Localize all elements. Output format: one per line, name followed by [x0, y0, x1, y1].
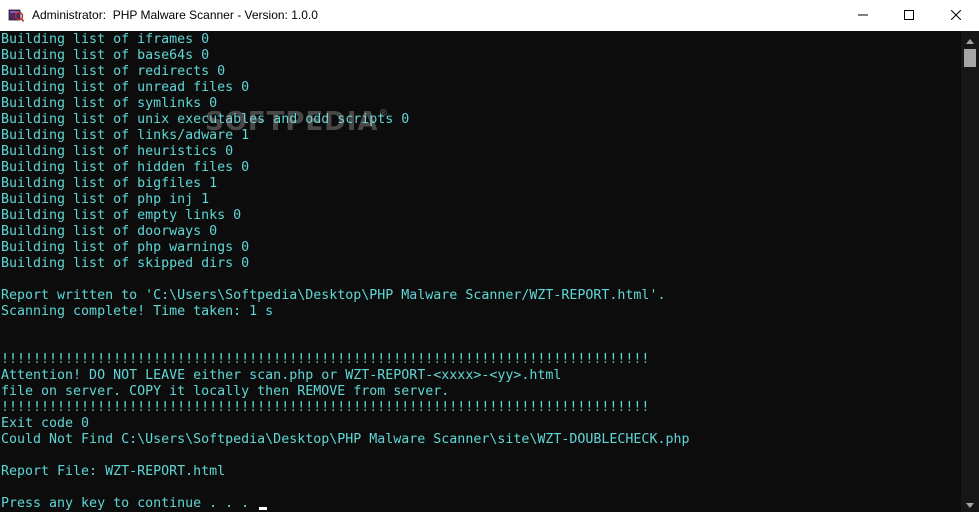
console-line: Building list of heuristics 0	[1, 144, 959, 160]
console-line: Building list of doorways 0	[1, 224, 959, 240]
console-line: Building list of php warnings 0	[1, 240, 959, 256]
console-line-text: Scanning complete! Time taken: 1 s	[1, 304, 274, 319]
console-line: file on server. COPY it locally then REM…	[1, 384, 959, 400]
console-line: !!!!!!!!!!!!!!!!!!!!!!!!!!!!!!!!!!!!!!!!…	[1, 400, 959, 416]
console-line: Building list of php inj 1	[1, 192, 959, 208]
console-line: Building list of skipped dirs 0	[1, 256, 959, 272]
console-line-text: !!!!!!!!!!!!!!!!!!!!!!!!!!!!!!!!!!!!!!!!…	[1, 352, 650, 367]
console-output[interactable]: Building list of iframes 0 Building list …	[1, 32, 959, 512]
console-line-text: Building list of php inj 1	[1, 192, 210, 207]
console-line: Building list of unix executables and od…	[1, 112, 959, 128]
window-title: Administrator: PHP Malware Scanner - Ver…	[32, 8, 318, 22]
console-window: Administrator: PHP Malware Scanner - Ver…	[0, 0, 979, 512]
title-bar[interactable]: Administrator: PHP Malware Scanner - Ver…	[0, 0, 979, 31]
console-line-text: Building list of base64s 0	[1, 48, 210, 63]
console-line: Building list of unread files 0	[1, 80, 959, 96]
minimize-icon	[858, 9, 868, 23]
console-line: Building list of symlinks 0	[1, 96, 959, 112]
console-line-text: Attention! DO NOT LEAVE either scan.php …	[1, 368, 562, 383]
console-line-text: Building list of redirects 0	[1, 64, 226, 79]
scroll-up-arrow-icon	[966, 31, 974, 49]
console-line-text: Building list of symlinks 0	[1, 96, 218, 111]
text-cursor	[259, 507, 268, 510]
console-line-text: !!!!!!!!!!!!!!!!!!!!!!!!!!!!!!!!!!!!!!!!…	[1, 400, 650, 415]
console-line-text: Building list of bigfiles 1	[1, 176, 218, 191]
maximize-button[interactable]	[886, 0, 932, 31]
console-line-text: Building list of doorways 0	[1, 224, 218, 239]
console-line-text: file on server. COPY it locally then REM…	[1, 384, 450, 399]
console-line: Building list of hidden files 0	[1, 160, 959, 176]
console-line: Attention! DO NOT LEAVE either scan.php …	[1, 368, 959, 384]
console-line-text: Building list of hidden files 0	[1, 160, 250, 175]
console-line-text: Building list of iframes 0	[1, 32, 210, 47]
console-line: Building list of links/adware 1	[1, 128, 959, 144]
console-line: Building list of base64s 0	[1, 48, 959, 64]
console-line-text: Building list of links/adware 1	[1, 128, 250, 143]
console-line-text: Building list of php warnings 0	[1, 240, 250, 255]
console-line: Building list of redirects 0	[1, 64, 959, 80]
console-line-text: Building list of heuristics 0	[1, 144, 234, 159]
console-line-text: Building list of empty links 0	[1, 208, 242, 223]
console-line: Report written to 'C:\Users\Softpedia\De…	[1, 288, 959, 304]
maximize-icon	[904, 9, 914, 23]
console-line: Building list of iframes 0	[1, 32, 959, 48]
console-line: Press any key to continue . . .	[1, 496, 959, 512]
close-icon	[950, 9, 962, 23]
scroll-up-button[interactable]	[961, 31, 979, 48]
console-app-icon	[8, 7, 25, 23]
console-line-text: Report written to 'C:\Users\Softpedia\De…	[1, 288, 666, 303]
console-line-text: Could Not Find C:\Users\Softpedia\Deskto…	[1, 432, 690, 447]
console-line-text: Exit code 0	[1, 416, 90, 431]
scroll-down-arrow-icon	[966, 495, 974, 512]
console-line: Building list of empty links 0	[1, 208, 959, 224]
console-line: Exit code 0	[1, 416, 959, 432]
vertical-scrollbar[interactable]	[961, 31, 979, 512]
console-line-text: Building list of unread files 0	[1, 80, 250, 95]
console-line-text: Press any key to continue . . .	[1, 496, 258, 511]
console-line-text: Building list of unix executables and od…	[1, 112, 410, 127]
console-line-text: Report File: WZT-REPORT.html	[1, 464, 226, 479]
console-line: !!!!!!!!!!!!!!!!!!!!!!!!!!!!!!!!!!!!!!!!…	[1, 352, 959, 368]
minimize-button[interactable]	[840, 0, 886, 31]
console-line: Report File: WZT-REPORT.html	[1, 464, 959, 480]
scroll-thumb[interactable]	[964, 49, 976, 67]
console-line: Scanning complete! Time taken: 1 s	[1, 304, 959, 320]
close-button[interactable]	[933, 0, 979, 31]
console-line: Could Not Find C:\Users\Softpedia\Deskto…	[1, 432, 959, 448]
console-line: Building list of bigfiles 1	[1, 176, 959, 192]
scroll-down-button[interactable]	[961, 495, 979, 512]
console-line-text: Building list of skipped dirs 0	[1, 256, 250, 271]
